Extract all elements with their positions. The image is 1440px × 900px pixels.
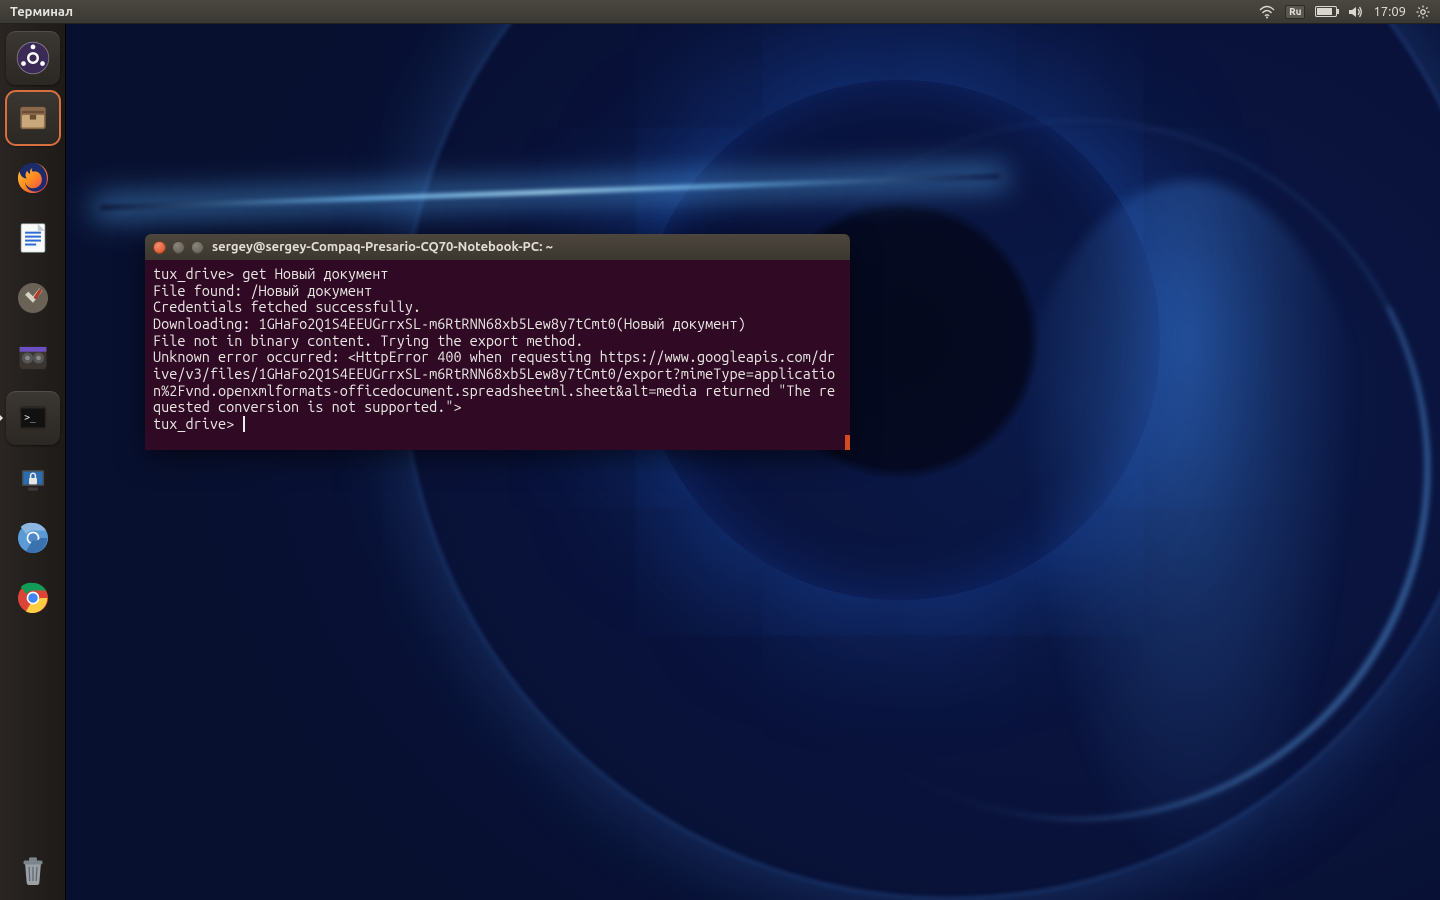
- terminal-line: File found: /Новый документ: [153, 282, 372, 299]
- active-app-title[interactable]: Терминал: [0, 5, 83, 19]
- launcher-terminal[interactable]: >_: [6, 391, 60, 445]
- wifi-icon[interactable]: [1259, 5, 1275, 19]
- unity-launcher: >_: [0, 24, 66, 900]
- terminal-line: Downloading: 1GHaFo2Q1S4EEUGrrxSL-m6RtRN…: [153, 315, 746, 332]
- svg-text:>_: >_: [24, 412, 36, 423]
- terminal-title: sergey@sergey-Compaq-Presario-CQ70-Noteb…: [212, 240, 553, 254]
- battery-icon[interactable]: [1315, 6, 1337, 17]
- launcher-lock[interactable]: [6, 451, 60, 505]
- window-minimize-button[interactable]: [172, 241, 185, 254]
- terminal-prompt: tux_drive>: [153, 415, 242, 432]
- wallpaper: [0, 0, 1440, 900]
- launcher-media-player[interactable]: [6, 331, 60, 385]
- terminal-line: Credentials fetched successfully.: [153, 298, 421, 315]
- terminal-window[interactable]: sergey@sergey-Compaq-Presario-CQ70-Noteb…: [145, 234, 850, 450]
- terminal-line: tux_drive> get Новый документ: [153, 265, 388, 282]
- launcher-chromium[interactable]: [6, 511, 60, 565]
- volume-icon[interactable]: [1347, 5, 1363, 19]
- launcher-firefox[interactable]: [6, 151, 60, 205]
- terminal-output[interactable]: tux_drive> get Новый документ File found…: [145, 260, 850, 450]
- clock[interactable]: 17:09: [1373, 5, 1406, 19]
- keyboard-layout-indicator[interactable]: Ru: [1285, 5, 1305, 19]
- terminal-titlebar[interactable]: sergey@sergey-Compaq-Presario-CQ70-Noteb…: [145, 234, 850, 260]
- launcher-settings[interactable]: [6, 271, 60, 325]
- terminal-line: File not in binary content. Trying the e…: [153, 332, 583, 349]
- window-maximize-button[interactable]: [191, 241, 204, 254]
- launcher-files[interactable]: [6, 91, 60, 145]
- system-tray: Ru 17:09: [1259, 5, 1440, 19]
- top-panel: Терминал Ru 17:09: [0, 0, 1440, 24]
- launcher-trash[interactable]: [6, 843, 60, 897]
- terminal-line: Unknown error occurred: <HttpError 400 w…: [153, 348, 835, 415]
- launcher-dash[interactable]: [6, 31, 60, 85]
- launcher-writer[interactable]: [6, 211, 60, 265]
- terminal-highlight-edge: [845, 435, 850, 450]
- launcher-chrome[interactable]: [6, 571, 60, 625]
- session-gear-icon[interactable]: [1416, 5, 1430, 19]
- terminal-cursor: [243, 416, 245, 432]
- window-close-button[interactable]: [153, 241, 166, 254]
